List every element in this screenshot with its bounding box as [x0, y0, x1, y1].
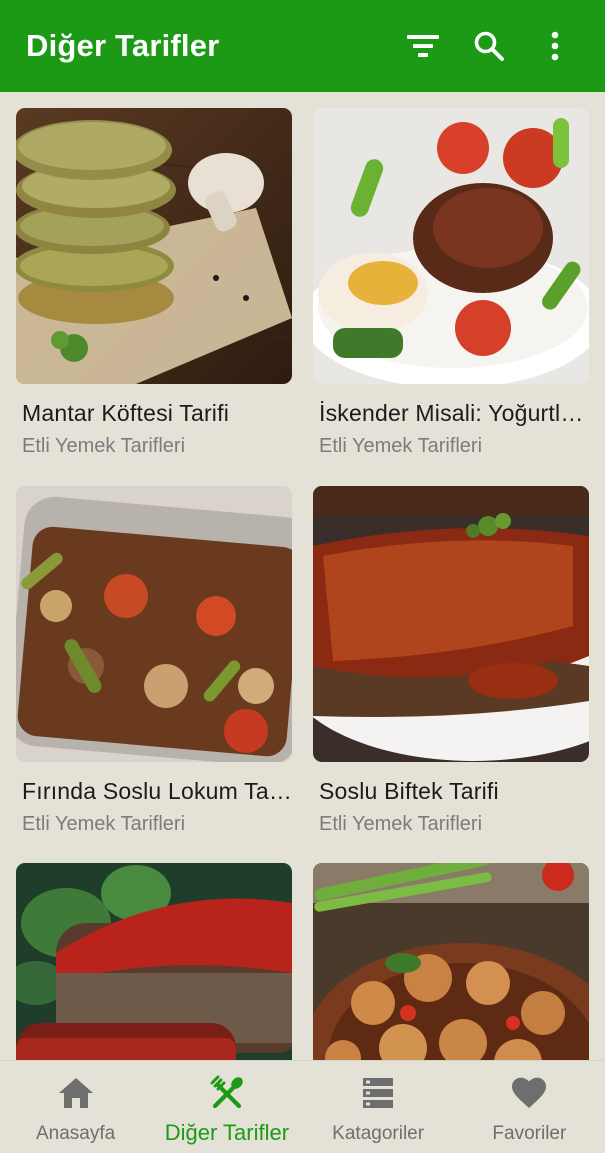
recipe-title: Soslu Biftek Tarifi [319, 778, 499, 804]
recipe-card[interactable] [313, 863, 589, 1060]
recipe-category: Etli Yemek Tarifleri [319, 813, 483, 835]
search-icon [474, 31, 504, 61]
nav-label: Diğer Tarifler [164, 1120, 290, 1145]
bottom-navigation: Anasayfa Diğer Tarifler Katagoriler Favo… [0, 1060, 605, 1153]
nav-label: Anasayfa [36, 1123, 116, 1144]
page-title: Diğer Tarifler [26, 28, 220, 63]
app-bar: Diğer Tarifler [0, 0, 605, 92]
recipe-card[interactable] [16, 863, 292, 1060]
storage-icon [363, 1078, 394, 1108]
recipe-image [16, 108, 292, 384]
recipe-image [313, 108, 589, 384]
recipe-card[interactable]: Soslu Biftek Tarifi Etli Yemek Tarifleri [313, 486, 589, 836]
recipe-card[interactable]: Mantar Köftesi Tarifi Etli Yemek Tarifle… [16, 108, 292, 458]
recipe-category: Etli Yemek Tarifleri [22, 813, 186, 835]
recipe-image [16, 486, 292, 762]
more-options-button[interactable] [533, 24, 577, 68]
recipe-title: İskender Misali: Yoğurtlu Kebap [319, 400, 589, 426]
nav-item-categories[interactable]: Katagoriler [303, 1061, 454, 1153]
home-icon [58, 1078, 93, 1108]
appbar-actions [401, 0, 605, 92]
search-button[interactable] [467, 24, 511, 68]
recipe-category: Etli Yemek Tarifleri [22, 435, 186, 457]
recipe-image [313, 863, 589, 1060]
recipe-card[interactable]: Fırında Soslu Lokum Tarifi Etli Yemek Ta… [16, 486, 292, 836]
filter-button[interactable] [401, 24, 445, 68]
recipe-grid: Mantar Köftesi Tarifi Etli Yemek Tarifle… [16, 108, 589, 1060]
filter-icon [407, 35, 439, 57]
nav-item-favorites[interactable]: Favoriler [454, 1061, 605, 1153]
nav-label: Katagoriler [332, 1123, 425, 1144]
nav-item-other-recipes[interactable]: Diğer Tarifler [151, 1061, 302, 1153]
nav-item-home[interactable]: Anasayfa [0, 1061, 151, 1153]
nav-label: Favoriler [492, 1123, 567, 1144]
recipe-card[interactable]: İskender Misali: Yoğurtlu Kebap Etli Yem… [313, 108, 589, 458]
recipe-image [16, 863, 292, 1060]
fork-knife-icon [210, 1075, 243, 1109]
recipe-title: Fırında Soslu Lokum Tarifi [22, 778, 292, 804]
more-vert-icon [551, 31, 559, 61]
heart-icon [512, 1077, 547, 1108]
recipe-category: Etli Yemek Tarifleri [319, 435, 483, 457]
recipe-image [313, 486, 589, 762]
recipe-title: Mantar Köftesi Tarifi [22, 400, 230, 426]
